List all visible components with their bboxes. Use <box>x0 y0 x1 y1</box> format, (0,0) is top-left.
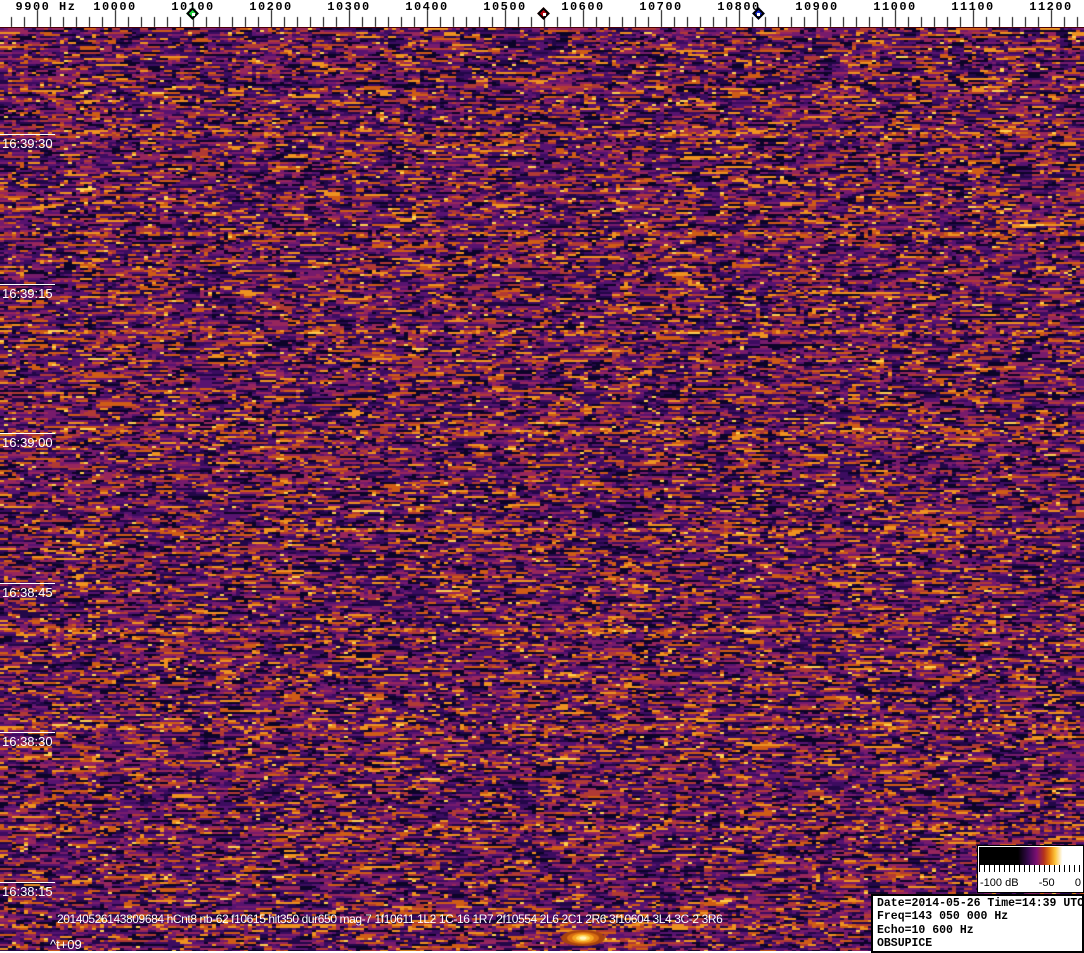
red-marker-diamond-dot <box>542 12 546 16</box>
colormap-gradient-bar <box>979 847 1082 865</box>
colormap-tick-ruler <box>979 865 1082 876</box>
freq-label-10000: 10000 <box>93 0 137 14</box>
freq-label-9900: 9900 Hz <box>15 0 77 14</box>
time-label: 16:39:15 <box>2 285 53 301</box>
red-marker-diamond[interactable] <box>537 7 551 21</box>
app-root: 16:39:30 16:39:15 16:39:00 16:38:45 16:38:30… <box>0 0 1084 953</box>
freq-label-10700: 10700 <box>639 0 683 14</box>
freq-label-11000: 11000 <box>873 0 917 14</box>
time-tick-line <box>0 882 55 883</box>
freq-label-10600: 10600 <box>561 0 605 14</box>
green-marker-diamond-dot <box>191 12 195 16</box>
info-frequency: Freq=143 050 000 Hz <box>877 910 1009 924</box>
freq-label-10400: 10400 <box>405 0 449 14</box>
footer-note-text: ^t+09 <box>50 937 82 952</box>
legend-label-mid: -50 <box>1038 876 1055 889</box>
spectrogram-waterfall <box>0 28 1084 951</box>
blue-marker-diamond-dot <box>757 12 760 16</box>
info-echo: Echo=10 600 Hz <box>877 923 974 937</box>
freq-label-10300: 10300 <box>327 0 371 14</box>
legend-label-min: -100 dB <box>980 876 1019 889</box>
freq-label-11200: 11200 <box>1029 0 1073 14</box>
freq-label-10200: 10200 <box>249 0 293 14</box>
observation-info-box: Date=2014-05-26 Time=14:39 UTC Freq=143 … <box>871 894 1084 953</box>
time-tick-line <box>0 283 55 285</box>
freq-label-10500: 10500 <box>483 0 527 14</box>
freq-label-10900: 10900 <box>795 0 839 14</box>
time-tick-line <box>0 732 55 734</box>
time-label: 16:38:45 <box>2 584 53 600</box>
detection-log-text: 20140526143809684 hCnt8 nb-62 f10615 hit… <box>57 912 723 926</box>
time-tick-line <box>0 582 55 584</box>
colormap-labels: -100 dB -50 0 <box>979 876 1082 889</box>
time-label: 16:38:15 <box>2 884 53 899</box>
time-label: 16:39:30 <box>2 136 53 151</box>
green-marker-diamond[interactable] <box>186 7 200 21</box>
time-label: 16:38:30 <box>2 734 53 750</box>
ruler-separator-line <box>0 27 1084 28</box>
spectrogram-area: 16:39:30 16:39:15 16:39:00 16:38:45 16:38:30… <box>0 28 1084 953</box>
info-date-time: Date=2014-05-26 Time=14:39 UTC <box>877 897 1084 910</box>
freq-label-11100: 11100 <box>951 0 995 14</box>
time-tick-line <box>0 134 55 135</box>
color-scale-legend: -100 dB -50 0 <box>977 845 1084 893</box>
legend-label-max: 0 <box>1074 876 1081 889</box>
time-label: 16:39:00 <box>2 435 53 451</box>
info-station: OBSUPICE <box>877 937 933 951</box>
time-tick-line <box>0 433 55 435</box>
frequency-ruler: 9900 Hz100001010010200103001040010500106… <box>0 0 1084 28</box>
blue-marker-diamond[interactable] <box>751 7 766 21</box>
